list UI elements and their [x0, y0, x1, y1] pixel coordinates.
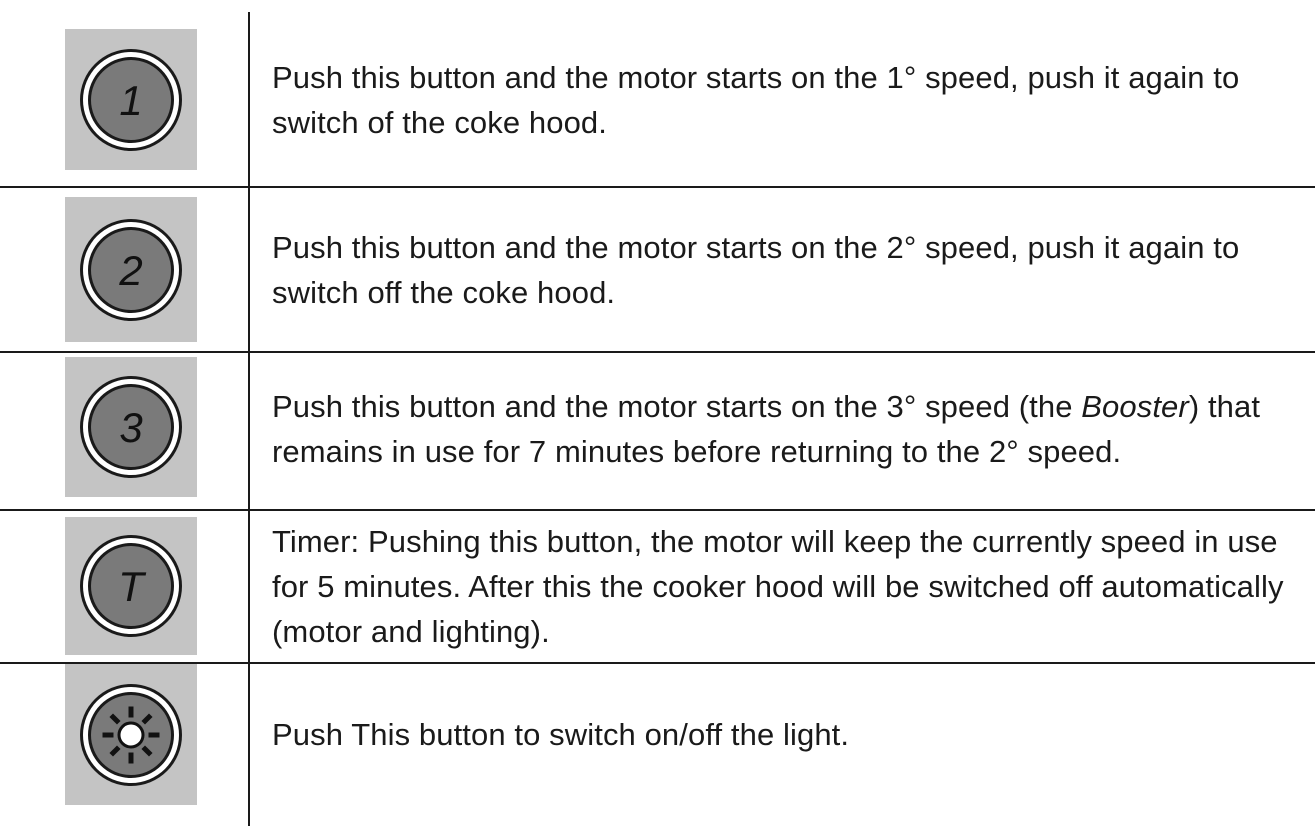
button-glyph: T [118, 563, 147, 610]
table-row: 3 Push this button and the motor starts … [0, 353, 1315, 509]
button-glyph: 3 [119, 404, 142, 451]
description-text: Timer: Pushing this button, the motor wi… [272, 523, 1284, 649]
table-row: T Timer: Pushing this button, the motor … [0, 511, 1315, 662]
row-description: Push This button to switch on/off the li… [272, 684, 1307, 784]
table-row: 1 Push this button and the motor starts … [0, 0, 1315, 186]
sun-icon [102, 706, 160, 763]
description-text: Push This button to switch on/off the li… [272, 716, 850, 752]
round-button-graphic: 3 [80, 376, 182, 478]
light-button-graphic [80, 683, 182, 786]
row-description: Timer: Pushing this button, the motor wi… [272, 515, 1307, 657]
button-glyph: 1 [119, 77, 142, 124]
booster-emphasis: Booster [1081, 389, 1189, 424]
row-description: Push this button and the motor starts on… [272, 220, 1307, 320]
description-text: Push this button and the motor starts on… [272, 230, 1240, 310]
light-icon [65, 664, 197, 805]
button-timer-icon: T [65, 517, 197, 655]
button-2-icon: 2 [65, 197, 197, 342]
round-button-graphic: T [80, 535, 182, 637]
button-3-icon: 3 [65, 357, 197, 497]
round-button-graphic: 2 [80, 218, 182, 321]
table-row: 2 Push this button and the motor starts … [0, 188, 1315, 351]
table-row: Push This button to switch on/off the li… [0, 664, 1315, 826]
button-1-icon: 1 [65, 29, 197, 170]
description-text: Push this button and the motor starts on… [272, 60, 1240, 140]
button-glyph: 2 [118, 247, 142, 294]
row-description: Push this button and the motor starts on… [272, 50, 1307, 150]
round-button-graphic: 1 [80, 48, 182, 151]
row-description: Push this button and the motor starts on… [272, 379, 1307, 479]
description-text-part: Push this button and the motor starts on… [272, 389, 1082, 424]
description-text: Push this button and the motor starts on… [272, 384, 1307, 474]
